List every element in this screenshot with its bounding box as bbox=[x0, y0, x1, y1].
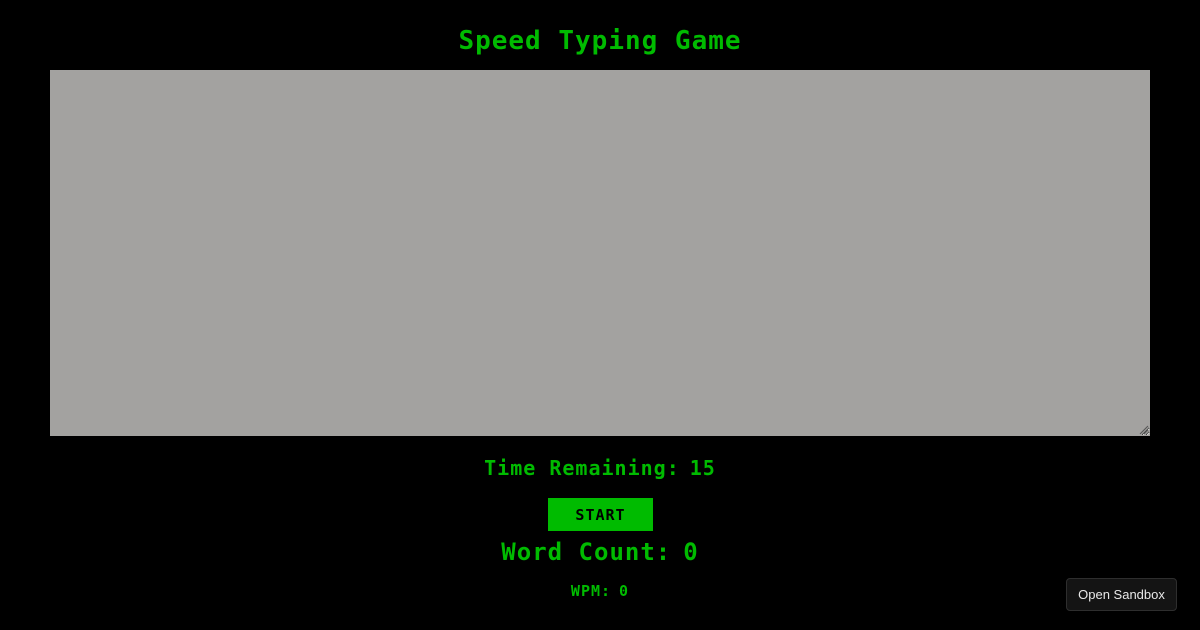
word-count-label: Word Count: bbox=[501, 538, 672, 566]
wpm-value: 0 bbox=[619, 582, 630, 600]
wpm-label: WPM: bbox=[570, 582, 612, 600]
time-remaining: Time Remaining: 15 bbox=[0, 454, 1200, 482]
page-title: Speed Typing Game bbox=[458, 26, 742, 56]
time-remaining-label: Time Remaining: bbox=[484, 456, 680, 480]
typing-textarea[interactable] bbox=[50, 70, 1150, 436]
open-sandbox-button[interactable]: Open Sandbox bbox=[1066, 578, 1177, 611]
word-count-value: 0 bbox=[683, 538, 699, 566]
speed-typing-app: Speed Typing Game Time Remaining: 15 STAR… bbox=[0, 0, 1200, 630]
wpm: WPM: 0 bbox=[0, 580, 1200, 602]
word-count: Word Count: 0 bbox=[0, 536, 1200, 568]
time-remaining-value: 15 bbox=[689, 456, 716, 480]
start-button[interactable]: START bbox=[548, 498, 653, 531]
